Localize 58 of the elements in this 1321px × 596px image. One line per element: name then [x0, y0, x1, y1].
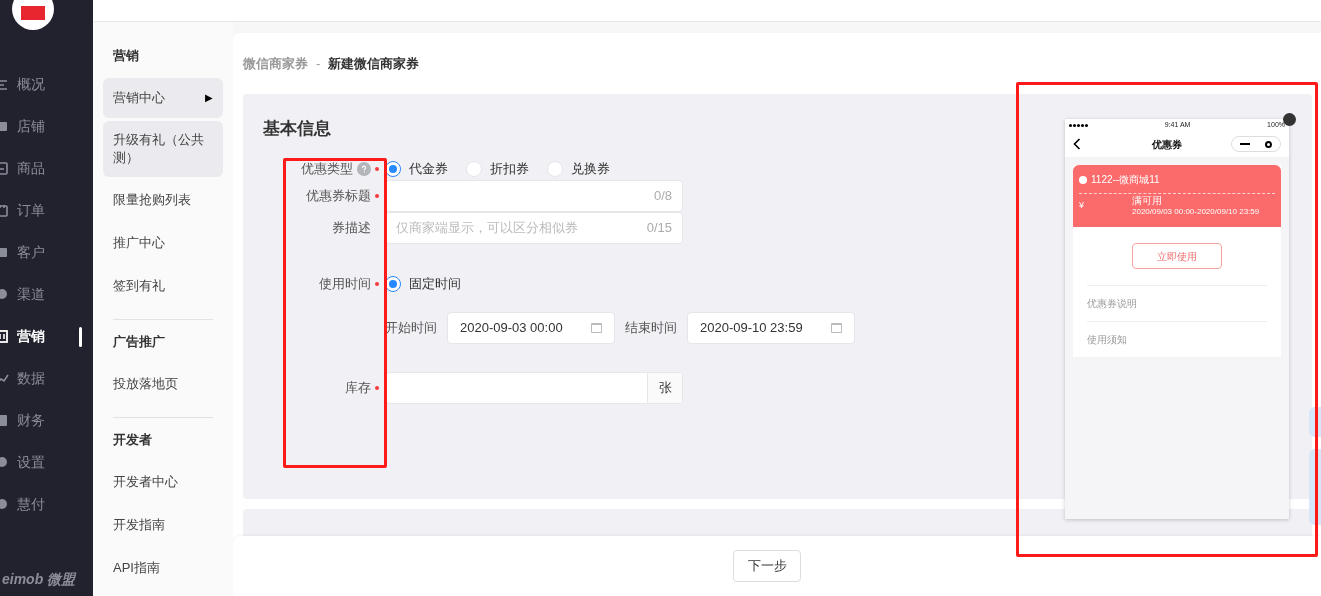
- coupon-condition: 满可用: [1132, 195, 1163, 207]
- subnav-item[interactable]: 升级有礼（公共测）: [103, 121, 223, 177]
- date-field[interactable]: 2020-09-03 00:00: [447, 312, 615, 344]
- next-button[interactable]: 下一步: [733, 550, 801, 582]
- nav-item[interactable]: 财务: [0, 399, 93, 441]
- section-title: 开发者: [112, 431, 153, 449]
- character-counter: 0/15: [646, 219, 672, 238]
- subnav-item[interactable]: 开发者中心: [103, 462, 223, 502]
- calendar-icon: [831, 323, 842, 333]
- nav-item[interactable]: 慧付: [0, 483, 93, 525]
- nav-item[interactable]: 营销: [0, 315, 93, 357]
- field-label: 券描述: [332, 219, 371, 238]
- subnav-item[interactable]: 开发指南: [103, 505, 223, 545]
- nav-item[interactable]: 店铺: [0, 105, 93, 147]
- date-field[interactable]: 2020-09-10 23:59: [687, 312, 855, 344]
- currency-symbol: ¥: [1079, 199, 1084, 213]
- subnav-item[interactable]: 推广中心: [103, 223, 223, 263]
- breadcrumb-current: 新建微信商家券: [328, 55, 420, 74]
- coupon-period: 2020/09/03 00:00-2020/09/10 23:59: [1132, 207, 1260, 217]
- subnav-item[interactable]: 投放落地页: [103, 364, 223, 404]
- nav-item[interactable]: 渠道: [0, 273, 93, 315]
- nav-item[interactable]: 设置: [0, 441, 93, 483]
- expand-icon[interactable]: [1283, 113, 1296, 126]
- nav-item[interactable]: 订单: [0, 189, 93, 231]
- nav-item[interactable]: 数据: [0, 357, 93, 399]
- back-icon[interactable]: [1073, 138, 1081, 150]
- stock-field[interactable]: 张: [385, 372, 683, 404]
- logo-icon: [12, 0, 54, 30]
- section-heading: 基本信息: [263, 118, 331, 140]
- page-title: 优惠券: [1152, 137, 1182, 152]
- radio-option[interactable]: 兑换券: [547, 159, 610, 179]
- nav-item[interactable]: 客户: [0, 231, 93, 273]
- caret-icon: ▶: [205, 89, 213, 107]
- section-title: 营销: [112, 47, 140, 65]
- shop-name: 1122--微商城11: [1091, 173, 1160, 187]
- calendar-icon: [591, 323, 602, 333]
- nav-item[interactable]: 概况: [0, 63, 93, 105]
- section-title: 广告推广: [112, 333, 166, 351]
- radio-option[interactable]: 折扣券: [466, 159, 529, 179]
- active-indicator: [79, 327, 82, 347]
- character-counter: 0/8: [653, 187, 672, 206]
- subnav-item[interactable]: API指南: [103, 548, 223, 588]
- field-label: 优惠券标题: [306, 187, 371, 206]
- brand-logo-text: eimob 微盟: [2, 570, 76, 589]
- field-label: 使用时间: [319, 275, 371, 294]
- unit-label: 张: [647, 373, 682, 403]
- field-label: 结束时间: [625, 319, 677, 338]
- field-label: 优惠类型: [301, 160, 353, 179]
- subnav-item[interactable]: 限量抢购列表: [103, 180, 223, 220]
- breadcrumb-separator: -: [316, 55, 321, 74]
- radio-option[interactable]: 固定时间: [385, 274, 461, 294]
- radio-option[interactable]: 代金券: [385, 159, 448, 179]
- subnav-item[interactable]: 营销中心 ▶: [103, 78, 223, 118]
- signal-icon: [1069, 123, 1088, 127]
- subnav-item[interactable]: 签到有礼: [103, 266, 223, 306]
- field-label: 库存: [345, 379, 371, 398]
- nav-item[interactable]: 商品: [0, 147, 93, 189]
- shop-logo-icon: [1079, 175, 1087, 184]
